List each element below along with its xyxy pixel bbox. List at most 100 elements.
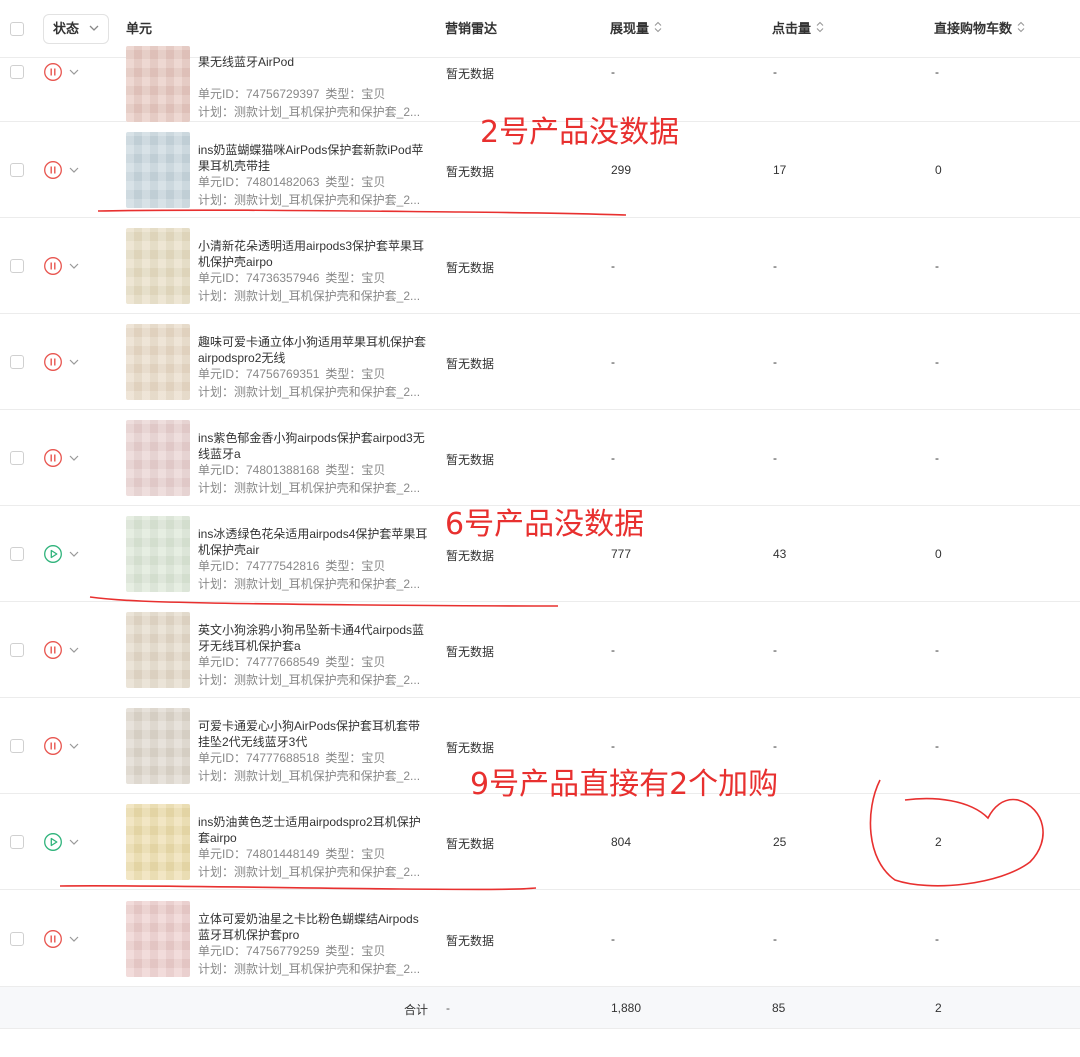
unit-type: 类型：宝贝	[325, 463, 386, 477]
impressions-value: -	[611, 451, 615, 465]
pause-circle-icon[interactable]	[43, 736, 63, 756]
col-header-clicks-label: 点击量	[772, 21, 812, 36]
col-header-cart[interactable]: 直接购物车数	[934, 0, 1026, 58]
product-thumbnail[interactable]	[126, 132, 190, 208]
row-checkbox[interactable]	[10, 65, 24, 79]
row-checkbox[interactable]	[10, 355, 24, 369]
pause-circle-icon[interactable]	[43, 448, 63, 468]
unit-meta: 单元ID：74777542816 类型：宝贝	[198, 558, 430, 574]
impressions-value: -	[611, 643, 615, 657]
clicks-value: -	[773, 739, 777, 753]
unit-id: 单元ID：74777668549	[198, 655, 320, 669]
radar-value: 暂无数据	[446, 453, 495, 467]
unit-id: 单元ID：74777688518	[198, 751, 320, 765]
unit-title[interactable]: 小清新花朵透明适用airpods3保护套苹果耳机保护壳airpo	[198, 238, 430, 270]
unit-meta: 单元ID：74777688518 类型：宝贝	[198, 750, 430, 766]
radar-value: 暂无数据	[446, 549, 495, 563]
chevron-down-icon[interactable]	[67, 547, 81, 561]
table-row: ins奶油黄色芝士适用airpodspro2耳机保护套airpo 单元ID：748…	[0, 794, 1080, 890]
product-thumbnail[interactable]	[126, 708, 190, 784]
row-checkbox[interactable]	[10, 835, 24, 849]
product-thumbnail[interactable]	[126, 228, 190, 304]
pause-circle-icon[interactable]	[43, 352, 63, 372]
product-thumbnail[interactable]	[126, 804, 190, 880]
play-circle-icon[interactable]	[43, 544, 63, 564]
play-circle-icon[interactable]	[43, 832, 63, 852]
product-thumbnail[interactable]	[126, 324, 190, 400]
unit-plan: 计划：测款计划_耳机保护壳和保护套_2...	[198, 385, 421, 399]
row-checkbox[interactable]	[10, 643, 24, 657]
status-filter-select[interactable]: 状态	[43, 14, 109, 44]
row-checkbox[interactable]	[10, 451, 24, 465]
product-thumbnail[interactable]	[126, 516, 190, 592]
sort-icon[interactable]	[653, 1, 663, 59]
clicks-value: 25	[773, 835, 787, 849]
unit-id: 单元ID：74801388168	[198, 463, 320, 477]
unit-type: 类型：宝贝	[325, 847, 386, 861]
clicks-value: -	[773, 259, 777, 273]
unit-title[interactable]: 立体可爱奶油星之卡比粉色蝴蝶结Airpods蓝牙耳机保护套pro	[198, 911, 430, 943]
unit-type: 类型：宝贝	[325, 751, 386, 765]
unit-meta: 单元ID：74756779259 类型：宝贝	[198, 943, 430, 959]
chevron-down-icon[interactable]	[67, 451, 81, 465]
unit-title[interactable]: ins奶蓝蝴蝶猫咪AirPods保护套新款iPod苹果耳机壳带挂	[198, 142, 430, 174]
row-checkbox[interactable]	[10, 739, 24, 753]
sort-icon[interactable]	[815, 1, 825, 59]
radar-value: 暂无数据	[446, 933, 495, 948]
total-row: 合计 - 1,880 85 2	[0, 987, 1080, 1029]
impressions-value: 804	[611, 835, 632, 849]
unit-title[interactable]: 趣味可爱卡通立体小狗适用苹果耳机保护套airpodspro2无线	[198, 334, 430, 366]
row-checkbox[interactable]	[10, 547, 24, 561]
pause-circle-icon[interactable]	[43, 62, 63, 82]
chevron-down-icon[interactable]	[67, 835, 81, 849]
radar-value: 暂无数据	[446, 645, 495, 659]
chevron-down-icon[interactable]	[67, 65, 81, 79]
total-impressions: 1,880	[611, 1001, 642, 1015]
row-checkbox[interactable]	[10, 163, 24, 177]
unit-title[interactable]: 果无线蓝牙AirPod	[198, 54, 430, 70]
clicks-value: -	[773, 931, 777, 946]
select-all-checkbox[interactable]	[10, 22, 24, 36]
unit-plan: 计划：测款计划_耳机保护壳和保护套_2...	[198, 577, 421, 591]
unit-meta: 单元ID：74801482063 类型：宝贝	[198, 174, 430, 190]
product-thumbnail[interactable]	[126, 46, 190, 122]
status-filter-label: 状态	[53, 21, 80, 36]
unit-type: 类型：宝贝	[325, 655, 386, 669]
radar-value: 暂无数据	[446, 165, 495, 179]
table-row: 小清新花朵透明适用airpods3保护套苹果耳机保护壳airpo 单元ID：747…	[0, 218, 1080, 314]
unit-title[interactable]: ins紫色郁金香小狗airpods保护套airpod3无线蓝牙a	[198, 430, 430, 462]
table-row: 英文小狗涂鸦小狗吊坠新卡通4代airpods蓝牙无线耳机保护套a 单元ID：747…	[0, 602, 1080, 698]
chevron-down-icon[interactable]	[67, 355, 81, 369]
row-checkbox[interactable]	[10, 931, 24, 946]
clicks-value: -	[773, 643, 777, 657]
unit-title[interactable]: ins奶油黄色芝士适用airpodspro2耳机保护套airpo	[198, 814, 430, 846]
unit-meta: 单元ID：74801448149 类型：宝贝	[198, 846, 430, 862]
chevron-down-icon[interactable]	[67, 259, 81, 273]
product-thumbnail[interactable]	[126, 420, 190, 496]
unit-title[interactable]: ins冰透绿色花朵适用airpods4保护套苹果耳机保护壳air	[198, 526, 430, 558]
pause-circle-icon[interactable]	[43, 929, 63, 949]
chevron-down-icon[interactable]	[67, 643, 81, 657]
unit-meta: 单元ID：74801388168 类型：宝贝	[198, 462, 430, 478]
chevron-down-icon[interactable]	[67, 163, 81, 177]
chevron-down-icon[interactable]	[67, 739, 81, 753]
sort-icon[interactable]	[1016, 1, 1026, 59]
impressions-value: -	[611, 931, 615, 946]
product-thumbnail[interactable]	[126, 900, 190, 977]
col-header-clicks[interactable]: 点击量	[772, 0, 825, 58]
row-checkbox[interactable]	[10, 259, 24, 273]
unit-meta: 单元ID：74777668549 类型：宝贝	[198, 654, 430, 670]
chevron-down-icon[interactable]	[67, 932, 81, 946]
product-thumbnail[interactable]	[126, 612, 190, 688]
unit-title[interactable]: 可爱卡通爱心小狗AirPods保护套耳机套带挂坠2代无线蓝牙3代	[198, 718, 430, 750]
pause-circle-icon[interactable]	[43, 640, 63, 660]
pause-circle-icon[interactable]	[43, 256, 63, 276]
unit-type: 类型：宝贝	[325, 87, 386, 101]
chevron-down-icon	[88, 15, 100, 54]
pause-circle-icon[interactable]	[43, 160, 63, 180]
unit-title[interactable]: 英文小狗涂鸦小狗吊坠新卡通4代airpods蓝牙无线耳机保护套a	[198, 622, 430, 654]
unit-plan: 计划：测款计划_耳机保护壳和保护套_2...	[198, 673, 421, 687]
unit-plan: 计划：测款计划_耳机保护壳和保护套_2...	[198, 865, 421, 879]
col-header-impressions[interactable]: 展现量	[610, 0, 663, 58]
impressions-value: -	[611, 259, 615, 273]
